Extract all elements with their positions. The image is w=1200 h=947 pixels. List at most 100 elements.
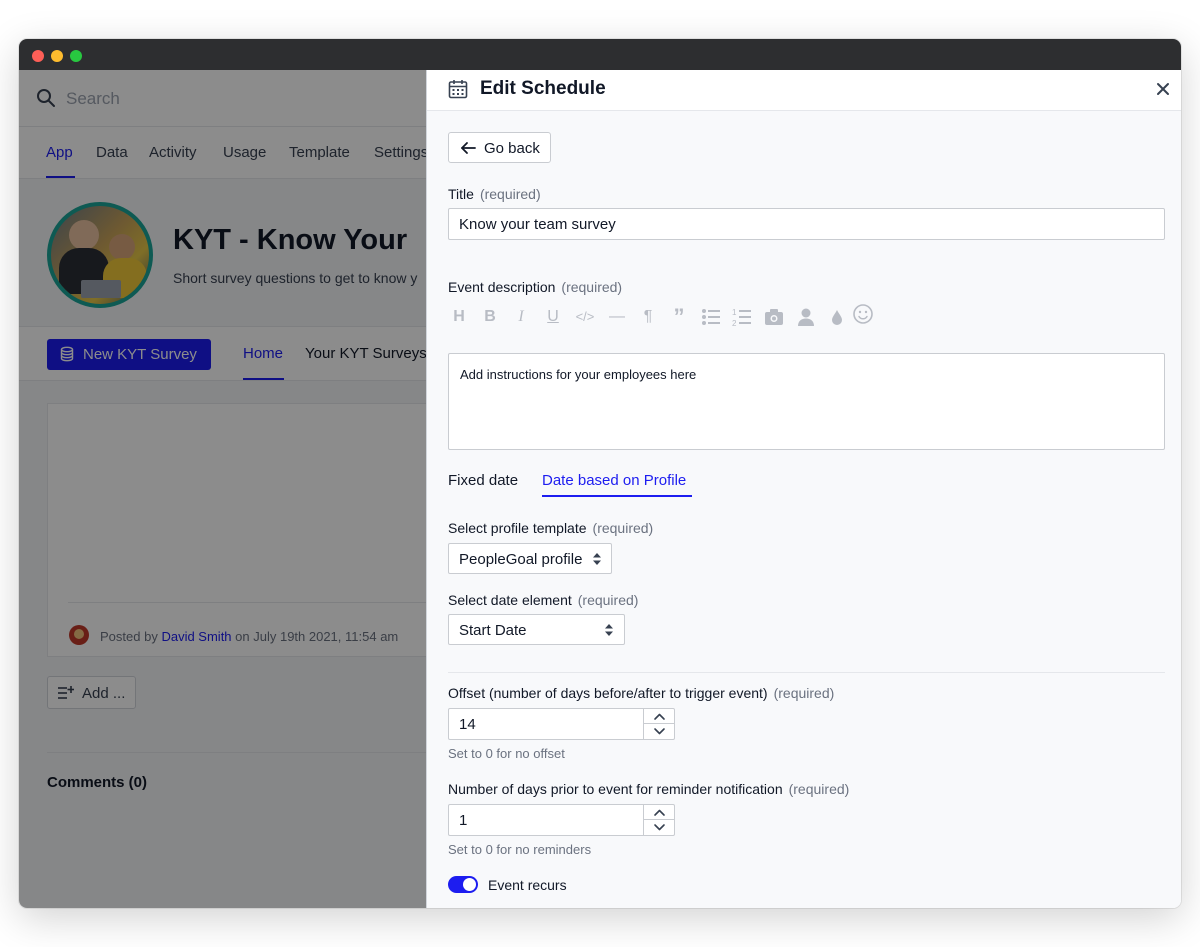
close-window-button[interactable] bbox=[32, 50, 44, 62]
nav-tab-settings[interactable]: Settings bbox=[374, 144, 428, 161]
chevron-down-icon bbox=[654, 824, 665, 831]
tab-date-based-on-profile[interactable]: Date based on Profile bbox=[542, 472, 686, 489]
post-meta: Posted by David Smith on July 19th 2021,… bbox=[100, 629, 398, 644]
post-meta-prefix: Posted by bbox=[100, 629, 158, 644]
reminder-value: 1 bbox=[459, 812, 468, 829]
required-marker: (required) bbox=[561, 279, 623, 295]
arrow-left-icon bbox=[461, 142, 476, 154]
post-card: Posted by David Smith on July 19th 2021,… bbox=[47, 403, 428, 657]
chevron-up-icon bbox=[654, 809, 665, 816]
offset-decrement-button[interactable] bbox=[644, 724, 675, 739]
person-icon[interactable] bbox=[795, 306, 817, 328]
select-arrows-icon bbox=[605, 624, 613, 636]
author-avatar bbox=[69, 625, 89, 645]
search-icon bbox=[37, 89, 55, 107]
app-content: Posted by David Smith on July 19th 2021,… bbox=[19, 381, 428, 908]
offset-increment-button[interactable] bbox=[644, 709, 675, 724]
quote-icon[interactable]: ” bbox=[668, 306, 690, 328]
bulleted-list-icon[interactable] bbox=[700, 306, 722, 328]
underline-icon[interactable]: U bbox=[542, 306, 564, 328]
heading-icon[interactable]: H bbox=[448, 306, 470, 328]
description-editor[interactable]: Add instructions for your employees here bbox=[448, 353, 1165, 450]
browser-window: Search App Data Activity Usage Template … bbox=[19, 39, 1181, 908]
reminder-label: Number of days prior to event for remind… bbox=[448, 781, 850, 797]
minimize-window-button[interactable] bbox=[51, 50, 63, 62]
go-back-button[interactable]: Go back bbox=[448, 132, 551, 163]
subnav-tab-home[interactable]: Home bbox=[243, 345, 283, 362]
chevron-up-icon bbox=[654, 713, 665, 720]
section-divider bbox=[448, 672, 1165, 673]
maximize-window-button[interactable] bbox=[70, 50, 82, 62]
chevron-down-icon bbox=[654, 728, 665, 735]
title-input[interactable]: Know your team survey bbox=[448, 208, 1165, 240]
nav-active-indicator bbox=[46, 176, 75, 178]
profile-template-value: PeopleGoal profile bbox=[459, 551, 583, 568]
event-recurs-toggle[interactable] bbox=[448, 876, 478, 893]
content-divider bbox=[47, 752, 426, 753]
drawer-header: Edit Schedule bbox=[427, 70, 1181, 111]
offset-input[interactable]: 14 bbox=[448, 708, 675, 740]
edit-schedule-drawer: Edit Schedule Go back Title (required) Kn… bbox=[426, 70, 1181, 908]
app-title: KYT - Know Your bbox=[173, 224, 408, 256]
reminder-hint: Set to 0 for no reminders bbox=[448, 842, 592, 857]
tab-active-indicator bbox=[542, 495, 692, 497]
profile-template-label: Select profile template (required) bbox=[448, 520, 654, 536]
drawer-title: Edit Schedule bbox=[480, 78, 606, 99]
offset-label: Offset (number of days before/after to t… bbox=[448, 685, 835, 701]
required-marker: (required) bbox=[577, 592, 639, 608]
app-nav: App Data Activity Usage Template Setting… bbox=[19, 127, 428, 179]
bold-icon[interactable]: B bbox=[479, 306, 501, 328]
profile-template-select[interactable]: PeopleGoal profile bbox=[448, 543, 612, 574]
emoji-icon[interactable] bbox=[852, 303, 874, 325]
close-icon[interactable] bbox=[1156, 82, 1170, 96]
new-kyt-survey-button[interactable]: New KYT Survey bbox=[47, 339, 211, 370]
numbered-list-icon[interactable]: 12 bbox=[731, 306, 753, 328]
toggle-knob bbox=[463, 878, 476, 891]
add-button-label: Add ... bbox=[82, 685, 126, 702]
search-input[interactable]: Search bbox=[66, 89, 120, 109]
color-drop-icon[interactable] bbox=[826, 306, 848, 328]
database-icon bbox=[60, 346, 74, 362]
code-icon[interactable]: </> bbox=[574, 306, 596, 328]
nav-tab-usage[interactable]: Usage bbox=[223, 144, 266, 161]
reminder-stepper bbox=[643, 805, 675, 835]
comments-title: Comments (0) bbox=[47, 774, 148, 791]
post-meta-date: on July 19th 2021, 11:54 am bbox=[235, 629, 399, 644]
description-field-label: Event description (required) bbox=[448, 279, 623, 295]
app-avatar bbox=[47, 202, 153, 308]
italic-icon[interactable]: I bbox=[510, 306, 532, 328]
date-element-value: Start Date bbox=[459, 622, 527, 639]
reminder-increment-button[interactable] bbox=[644, 805, 675, 820]
calendar-icon bbox=[448, 80, 468, 99]
nav-tab-app[interactable]: App bbox=[46, 144, 73, 161]
tab-fixed-date[interactable]: Fixed date bbox=[448, 472, 518, 489]
nav-tab-activity[interactable]: Activity bbox=[149, 144, 197, 161]
offset-value: 14 bbox=[459, 716, 476, 733]
offset-stepper bbox=[643, 709, 675, 739]
event-recurs-label: Event recurs bbox=[488, 877, 567, 893]
date-element-select[interactable]: Start Date bbox=[448, 614, 625, 645]
image-icon[interactable] bbox=[763, 306, 785, 328]
app-root: Search App Data Activity Usage Template … bbox=[19, 70, 1181, 908]
search-bar[interactable]: Search bbox=[19, 70, 426, 127]
go-back-label: Go back bbox=[484, 140, 540, 157]
sub-nav: New KYT Survey Home Your KYT Surveys bbox=[19, 327, 427, 381]
app-subtitle: Short survey questions to get to know y bbox=[173, 270, 418, 286]
post-divider bbox=[68, 602, 428, 603]
editor-toolbar: H B I U </> — ¶ ” 12 bbox=[453, 303, 914, 328]
add-list-icon bbox=[58, 686, 74, 699]
required-marker: (required) bbox=[773, 685, 835, 701]
horizontal-rule-icon[interactable]: — bbox=[606, 306, 628, 328]
reminder-input[interactable]: 1 bbox=[448, 804, 675, 836]
subnav-tab-your-surveys[interactable]: Your KYT Surveys bbox=[305, 345, 427, 362]
reminder-decrement-button[interactable] bbox=[644, 820, 675, 835]
select-arrows-icon bbox=[593, 553, 601, 565]
paragraph-icon[interactable]: ¶ bbox=[637, 306, 659, 328]
date-element-label: Select date element (required) bbox=[448, 592, 639, 608]
add-button[interactable]: Add ... bbox=[47, 676, 136, 709]
nav-tab-template[interactable]: Template bbox=[289, 144, 350, 161]
required-marker: (required) bbox=[592, 520, 654, 536]
window-titlebar bbox=[19, 39, 1181, 70]
nav-tab-data[interactable]: Data bbox=[96, 144, 128, 161]
post-author-link[interactable]: David Smith bbox=[161, 629, 231, 644]
